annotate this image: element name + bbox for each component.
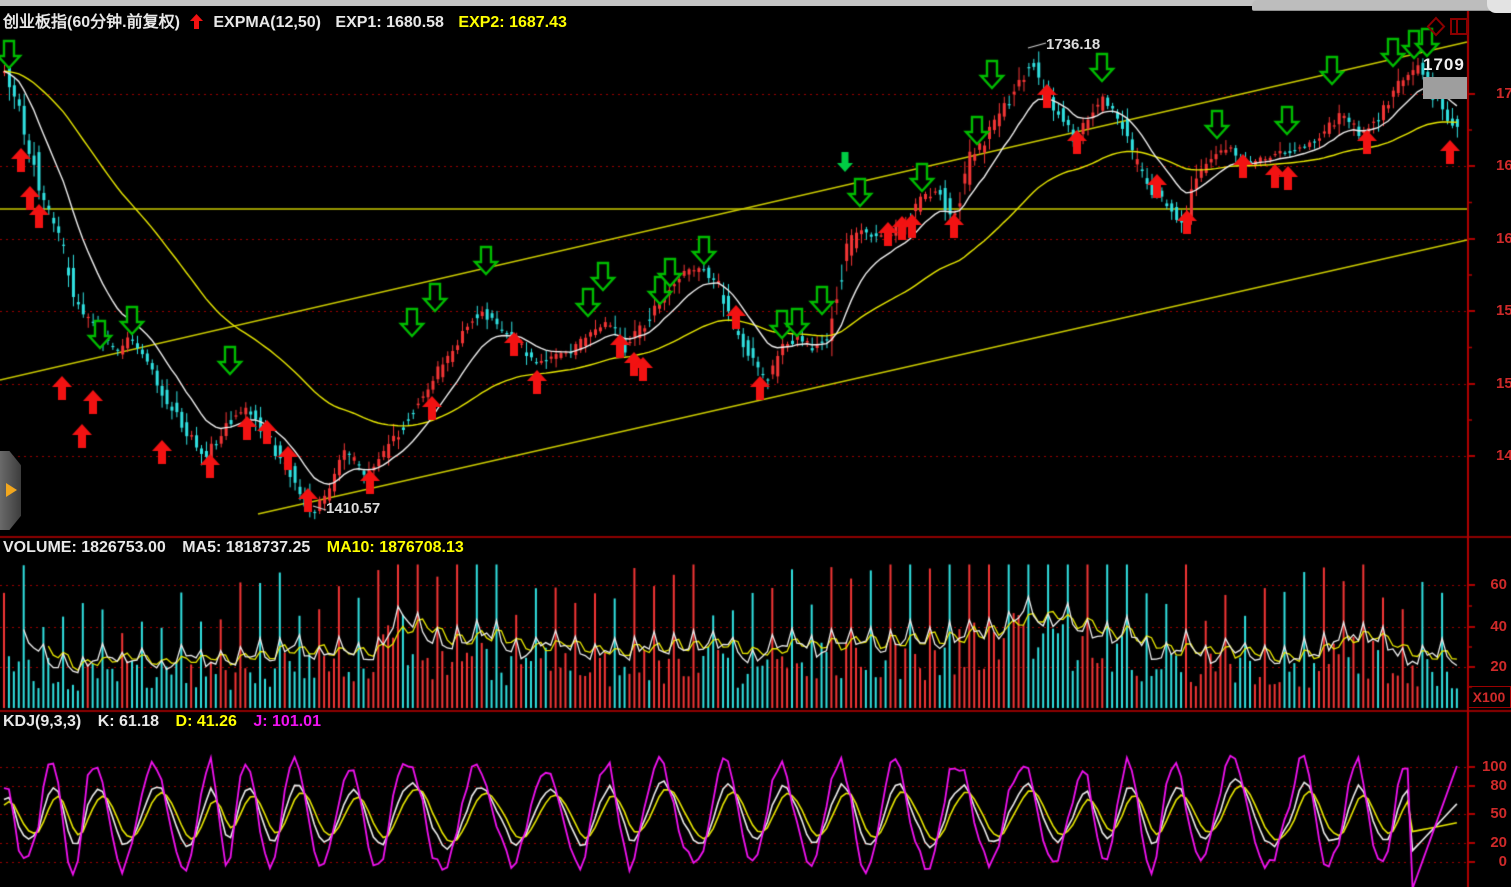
axis-label: 20 [1471,834,1507,851]
panel-expander-tab[interactable] [0,451,21,530]
up-arrow-icon [190,14,203,29]
low-annotation: 1410.57 [326,500,380,517]
volume-unit-label: X100 [1467,686,1511,708]
axis-label: 1450 [1496,447,1511,464]
axis-label: 50 [1471,805,1507,822]
kdj-k-value: K: 61.18 [98,713,159,730]
axis-label: 40 [1471,618,1507,635]
exp2-value: EXP2: 1687.43 [458,14,567,31]
indicator-name: EXPMA(12,50) [213,14,321,31]
axis-label: 1700 [1496,85,1511,102]
axis-label: 1650 [1496,157,1511,174]
window-edge-right [1252,0,1511,11]
last-price-box [1423,77,1467,99]
main-chart-title: 创业板指(60分钟.前复权) EXPMA(12,50) EXP1: 1680.5… [3,8,577,32]
symbol-title: 创业板指(60分钟.前复权) [3,14,180,31]
axis-label: 1550 [1496,302,1511,319]
axis-label: 80 [1471,777,1507,794]
axis-label: 1600 [1496,230,1511,247]
volume-ma10-value: MA10: 1876708.13 [327,539,464,556]
diamond-icon[interactable] [1426,16,1446,37]
peak-annotation: 1736.18 [1046,36,1100,53]
volume-ma5-value: MA5: 1818737.25 [182,539,310,556]
axis-label: 0 [1471,853,1507,870]
axis-label: 20 [1471,658,1507,675]
kdj-name: KDJ(9,3,3) [3,713,81,730]
axis-label: 100 [1471,758,1507,775]
chart-canvas [0,0,1511,887]
axis-label: 60 [1471,576,1507,593]
window-corner-tab [1487,0,1511,13]
last-price-label: 1709 [1423,55,1465,75]
volume-title: VOLUME: 1826753.00 MA5: 1818737.25 MA10:… [3,539,476,557]
axis-label: 1500 [1496,375,1511,392]
kdj-d-value: D: 41.26 [176,713,237,730]
volume-value: VOLUME: 1826753.00 [3,539,166,556]
split-window-icon[interactable] [1449,16,1469,37]
exp1-value: EXP1: 1680.58 [335,14,444,31]
expand-arrow-icon [6,483,17,497]
kdj-j-value: J: 101.01 [253,713,321,730]
kdj-title: KDJ(9,3,3) K: 61.18 D: 41.26 J: 101.01 [3,713,333,731]
